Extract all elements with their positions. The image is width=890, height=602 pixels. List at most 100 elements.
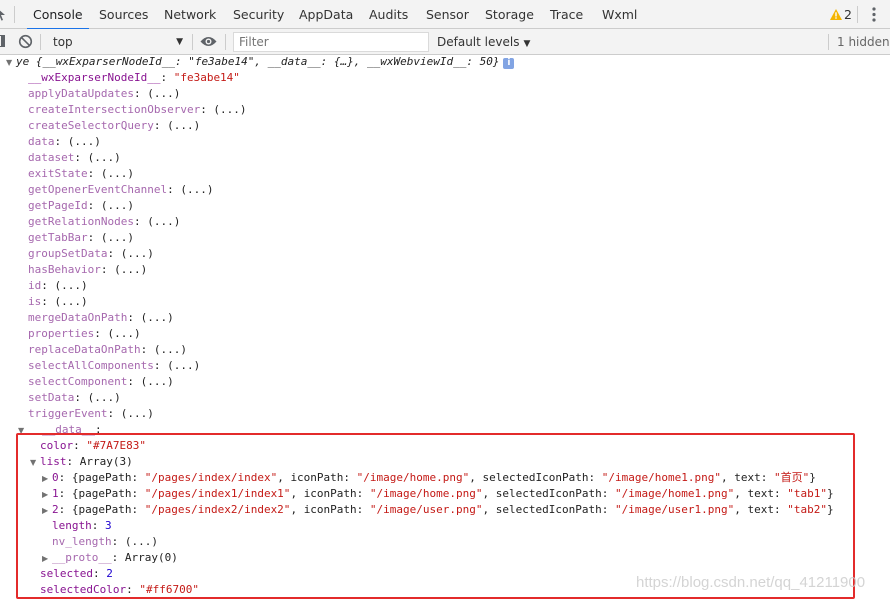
- tab-network[interactable]: Network: [164, 0, 216, 29]
- method-row[interactable]: getPageId: (...): [28, 198, 134, 214]
- lazy-value[interactable]: : (...): [107, 247, 153, 260]
- colon: :: [94, 423, 102, 436]
- lazy-value[interactable]: : (...): [41, 295, 87, 308]
- lazy-value[interactable]: : (...): [101, 263, 147, 276]
- lazy-value[interactable]: : (...): [74, 391, 120, 404]
- proto-row[interactable]: ▶ __proto__: Array(0): [42, 550, 178, 566]
- tab-storage[interactable]: Storage: [485, 0, 534, 29]
- lazy-value[interactable]: : (...): [94, 327, 140, 340]
- dropdown-arrow-icon: ▼: [176, 37, 183, 47]
- lazy-value[interactable]: : (...): [134, 87, 180, 100]
- lazy-value[interactable]: : (...): [55, 135, 101, 148]
- collapsed-triangle-icon[interactable]: ▶: [42, 551, 52, 567]
- method-row[interactable]: exitState: (...): [28, 166, 134, 182]
- lazy-value[interactable]: : (...): [167, 183, 213, 196]
- data-row[interactable]: ▼ __data__:: [18, 422, 102, 438]
- method-row[interactable]: properties: (...): [28, 326, 141, 342]
- lazy-value[interactable]: : (...): [154, 119, 200, 132]
- toolbar-separator: [828, 34, 829, 50]
- method-row[interactable]: replaceDataOnPath: (...): [28, 342, 187, 358]
- lazy-value[interactable]: : (...): [88, 231, 134, 244]
- tab-console[interactable]: Console: [27, 0, 89, 30]
- item-text: "tab1": [787, 487, 827, 500]
- method-row[interactable]: triggerEvent: (...): [28, 406, 154, 422]
- object-header-row[interactable]: ▼ ye {__wxExparserNodeId__: "fe3abe14", _…: [6, 55, 515, 71]
- clear-console-icon[interactable]: [18, 34, 33, 49]
- colon: :: [111, 551, 125, 564]
- method-row[interactable]: createSelectorQuery: (...): [28, 118, 200, 134]
- method-name: replaceDataOnPath: [28, 343, 141, 356]
- console-output[interactable]: ▼ ye {__wxExparserNodeId__: "fe3abe14", _…: [0, 55, 890, 602]
- item-index: 1: [52, 487, 59, 500]
- lazy-value[interactable]: : (...): [41, 279, 87, 292]
- punct: }: [809, 471, 816, 484]
- expanded-triangle-icon[interactable]: ▼: [18, 423, 28, 439]
- punct: ,: [720, 471, 735, 484]
- info-icon[interactable]: i: [503, 58, 515, 69]
- punct: ,: [734, 487, 748, 500]
- sidebar-toggle-icon[interactable]: [0, 35, 5, 47]
- expanded-triangle-icon[interactable]: ▼: [30, 455, 40, 471]
- method-row[interactable]: mergeDataOnPath: (...): [28, 310, 174, 326]
- method-row[interactable]: selectAllComponents: (...): [28, 358, 200, 374]
- method-row[interactable]: setData: (...): [28, 390, 121, 406]
- item-key: pagePath: [78, 487, 132, 500]
- item-key: iconPath: [303, 487, 357, 500]
- property-row[interactable]: nv_length: (...): [52, 534, 158, 550]
- method-name: is: [28, 295, 42, 308]
- tab-security[interactable]: Security: [233, 0, 284, 29]
- method-row[interactable]: getOpenerEventChannel: (...): [28, 182, 213, 198]
- method-row[interactable]: dataset: (...): [28, 150, 121, 166]
- tab-sources[interactable]: Sources: [99, 0, 148, 29]
- method-row[interactable]: selectComponent: (...): [28, 374, 174, 390]
- inspect-element-icon[interactable]: [0, 7, 7, 21]
- more-menu-icon[interactable]: [872, 7, 876, 22]
- lazy-value[interactable]: : (...): [88, 167, 134, 180]
- method-row[interactable]: hasBehavior: (...): [28, 262, 147, 278]
- lazy-value[interactable]: : (...): [127, 311, 173, 324]
- method-row[interactable]: getRelationNodes: (...): [28, 214, 180, 230]
- tab-appdata[interactable]: AppData: [299, 0, 353, 29]
- method-row[interactable]: is: (...): [28, 294, 88, 310]
- lazy-value[interactable]: : (...): [107, 407, 153, 420]
- lazy-value[interactable]: : (...): [200, 103, 246, 116]
- method-row[interactable]: getTabBar: (...): [28, 230, 134, 246]
- lazy-value[interactable]: : (...): [141, 343, 187, 356]
- tab-wxml[interactable]: Wxml: [602, 0, 637, 29]
- method-row[interactable]: groupSetData: (...): [28, 246, 154, 262]
- item-key: selectedIconPath: [495, 503, 602, 516]
- lazy-value[interactable]: : (...): [154, 359, 200, 372]
- context-select[interactable]: top ▼: [45, 33, 187, 51]
- list-item-row[interactable]: ▶ 0: {pagePath: "/pages/index/index", ico…: [42, 470, 816, 486]
- lazy-value[interactable]: : (...): [112, 535, 158, 548]
- method-row[interactable]: data: (...): [28, 134, 101, 150]
- item-index: 0: [52, 471, 59, 484]
- expanded-triangle-icon[interactable]: ▼: [6, 55, 16, 71]
- collapsed-triangle-icon[interactable]: ▶: [42, 487, 52, 503]
- property-row: length: 3: [52, 518, 112, 534]
- method-name: getTabBar: [28, 231, 88, 244]
- tab-sensor[interactable]: Sensor: [426, 0, 469, 29]
- list-row[interactable]: ▼ list: Array(3): [30, 454, 133, 470]
- log-levels-select[interactable]: Default levels ▼: [437, 33, 530, 51]
- lazy-value[interactable]: : (...): [74, 151, 120, 164]
- eye-icon[interactable]: [200, 35, 217, 48]
- list-item-row[interactable]: ▶ 2: {pagePath: "/pages/index2/index2", i…: [42, 502, 834, 518]
- method-row[interactable]: id: (...): [28, 278, 88, 294]
- collapsed-triangle-icon[interactable]: ▶: [42, 471, 52, 487]
- punct: :: [601, 487, 615, 500]
- method-row[interactable]: createIntersectionObserver: (...): [28, 102, 247, 118]
- method-row[interactable]: applyDataUpdates: (...): [28, 86, 180, 102]
- tab-trace[interactable]: Trace: [550, 0, 583, 29]
- tab-audits[interactable]: Audits: [369, 0, 408, 29]
- item-icon-path: "/image/home.png": [356, 471, 470, 484]
- property-key: selected: [40, 567, 93, 580]
- filter-input[interactable]: [233, 32, 429, 52]
- collapsed-triangle-icon[interactable]: ▶: [42, 503, 52, 519]
- lazy-value[interactable]: : (...): [88, 199, 134, 212]
- lazy-value[interactable]: : (...): [127, 375, 173, 388]
- property-row: color: "#7A7E83": [40, 438, 146, 454]
- lazy-value[interactable]: : (...): [134, 215, 180, 228]
- warnings-counter[interactable]: 2: [830, 0, 852, 29]
- list-item-row[interactable]: ▶ 1: {pagePath: "/pages/index1/index1", i…: [42, 486, 834, 502]
